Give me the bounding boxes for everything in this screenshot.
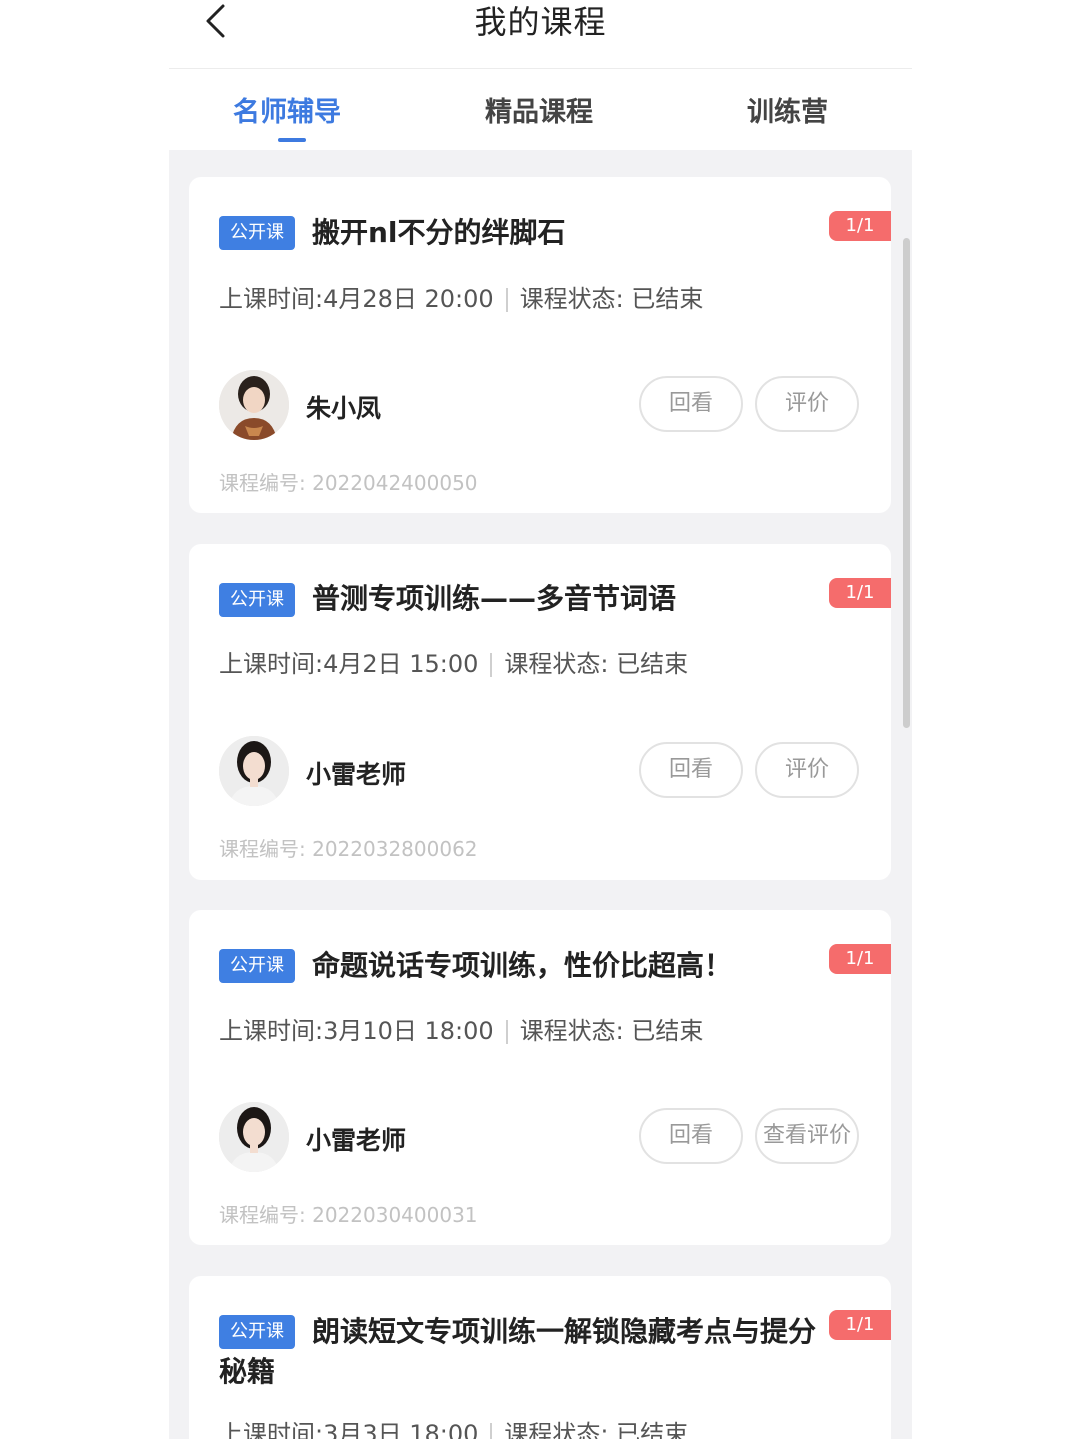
active-tab-indicator — [278, 138, 306, 142]
course-status: 课程状态: 已结束 — [504, 1420, 689, 1439]
course-title: 搬开nl不分的绊脚石 — [312, 216, 566, 249]
course-status: 课程状态: 已结束 — [519, 285, 704, 313]
course-info: 上课时间:3月10日 18:00 课程状态: 已结束 — [219, 1011, 703, 1046]
course-card[interactable]: 公开课 朗读短文专项训练一解锁隐藏考点与提分秘籍 1/1 上课时间:3月3日 1… — [189, 1276, 891, 1439]
tab-famous-teacher[interactable]: 名师辅导 — [233, 90, 341, 129]
class-time: 上课时间:4月2日 15:00 — [219, 650, 479, 678]
session-count-badge: 1/1 — [829, 1310, 891, 1340]
course-info: 上课时间:4月2日 15:00 课程状态: 已结束 — [219, 644, 688, 679]
course-status: 课程状态: 已结束 — [504, 650, 689, 678]
class-time: 上课时间:3月10日 18:00 — [219, 1017, 494, 1045]
course-title: 命题说话专项训练，性价比超高！ — [312, 949, 733, 982]
avatar-image — [219, 370, 289, 440]
scrollbar[interactable] — [903, 238, 910, 728]
page-title: 我的课程 — [474, 3, 607, 41]
teacher-name: 小雷老师 — [306, 1126, 407, 1155]
teacher-name: 朱小凤 — [306, 394, 382, 423]
info-separator — [505, 288, 508, 312]
replay-button[interactable]: 回看 — [639, 742, 743, 798]
course-card[interactable]: 公开课 普测专项训练——多音节词语 1/1 上课时间:4月2日 15:00 课程状… — [189, 544, 891, 880]
header: 我的课程 名师辅导 精品课程 训练营 — [169, 0, 912, 150]
avatar-image — [219, 736, 289, 806]
course-title: 朗读短文专项训练一解锁隐藏考点与提分秘籍 — [219, 1315, 817, 1388]
session-count-badge: 1/1 — [829, 578, 891, 608]
course-number: 课程编号: 2022042400050 — [219, 471, 478, 495]
teacher-avatar — [219, 736, 289, 806]
course-number: 课程编号: 2022032800062 — [219, 837, 478, 861]
course-card[interactable]: 公开课 搬开nl不分的绊脚石 1/1 上课时间:4月28日 20:00 课程状态:… — [189, 177, 891, 513]
course-status: 课程状态: 已结束 — [519, 1017, 704, 1045]
session-count-badge: 1/1 — [829, 211, 891, 241]
class-time: 上课时间:3月3日 18:00 — [219, 1420, 479, 1439]
header-divider — [169, 68, 912, 69]
rate-button[interactable]: 评价 — [755, 742, 859, 798]
info-separator — [490, 1423, 493, 1439]
course-info: 上课时间:3月3日 18:00 课程状态: 已结束 — [219, 1414, 688, 1439]
view-rating-button[interactable]: 查看评价 — [755, 1108, 859, 1164]
tab-training-camp[interactable]: 训练营 — [747, 90, 828, 129]
course-number: 课程编号: 2022030400031 — [219, 1203, 478, 1227]
course-card[interactable]: 公开课 命题说话专项训练，性价比超高！ 1/1 上课时间:3月10日 18:00… — [189, 910, 891, 1245]
teacher-avatar — [219, 370, 289, 440]
course-info: 上课时间:4月28日 20:00 课程状态: 已结束 — [219, 279, 703, 314]
info-separator — [505, 1020, 508, 1044]
tab-bar: 名师辅导 精品课程 训练营 — [169, 70, 912, 148]
class-time: 上课时间:4月28日 20:00 — [219, 285, 494, 313]
avatar-image — [219, 1102, 289, 1172]
rate-button[interactable]: 评价 — [755, 376, 859, 432]
session-count-badge: 1/1 — [829, 944, 891, 974]
teacher-name: 小雷老师 — [306, 760, 407, 789]
replay-button[interactable]: 回看 — [639, 1108, 743, 1164]
teacher-avatar — [219, 1102, 289, 1172]
info-separator — [490, 653, 493, 677]
tab-premium-courses[interactable]: 精品课程 — [485, 90, 593, 129]
course-title: 普测专项训练——多音节词语 — [312, 582, 677, 615]
app-screen: 我的课程 名师辅导 精品课程 训练营 公开课 搬开nl不分的绊脚石 1/1 上课… — [169, 0, 912, 1439]
replay-button[interactable]: 回看 — [639, 376, 743, 432]
